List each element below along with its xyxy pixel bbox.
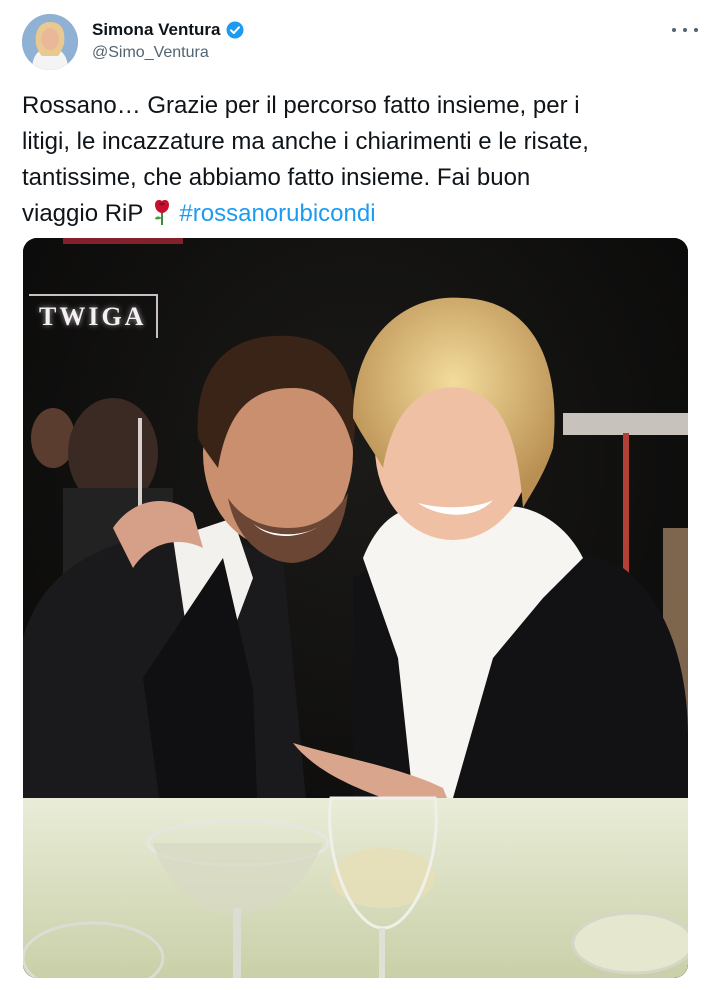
tweet-text-segment: viaggio RiP	[22, 200, 144, 227]
tweet-text-line: Rossano… Grazie per il percorso fatto in…	[22, 92, 580, 119]
avatar[interactable]	[22, 14, 78, 70]
tweet-text: Rossano… Grazie per il percorso fatto in…	[22, 88, 702, 232]
tweet-text-line: litigi, le incazzature ma anche i chiari…	[22, 128, 589, 155]
hashtag-link[interactable]: #rossanorubicondi	[179, 200, 375, 227]
name-row: Simona Ventura	[92, 20, 244, 40]
verified-badge-icon	[226, 21, 244, 39]
avatar-image	[22, 14, 78, 70]
tweet-header: Simona Ventura @Simo_Ventura	[22, 14, 698, 74]
photo-image	[23, 238, 688, 978]
venue-sign: TWIGA	[29, 294, 159, 338]
tweet-text-line: tantissime, che abbiamo fatto insieme. F…	[22, 164, 531, 191]
tweet-text-line: viaggio RiP #rossanorubicondi	[22, 196, 702, 232]
more-options-icon[interactable]	[672, 22, 698, 38]
user-meta: Simona Ventura @Simo_Ventura	[92, 20, 244, 62]
rose-emoji-icon	[151, 198, 173, 226]
tweet-photo[interactable]: TWIGA	[23, 238, 688, 978]
user-handle[interactable]: @Simo_Ventura	[92, 44, 244, 62]
tweet-card: Simona Ventura @Simo_Ventura Rossano… Gr…	[0, 0, 720, 990]
display-name[interactable]: Simona Ventura	[92, 20, 220, 40]
